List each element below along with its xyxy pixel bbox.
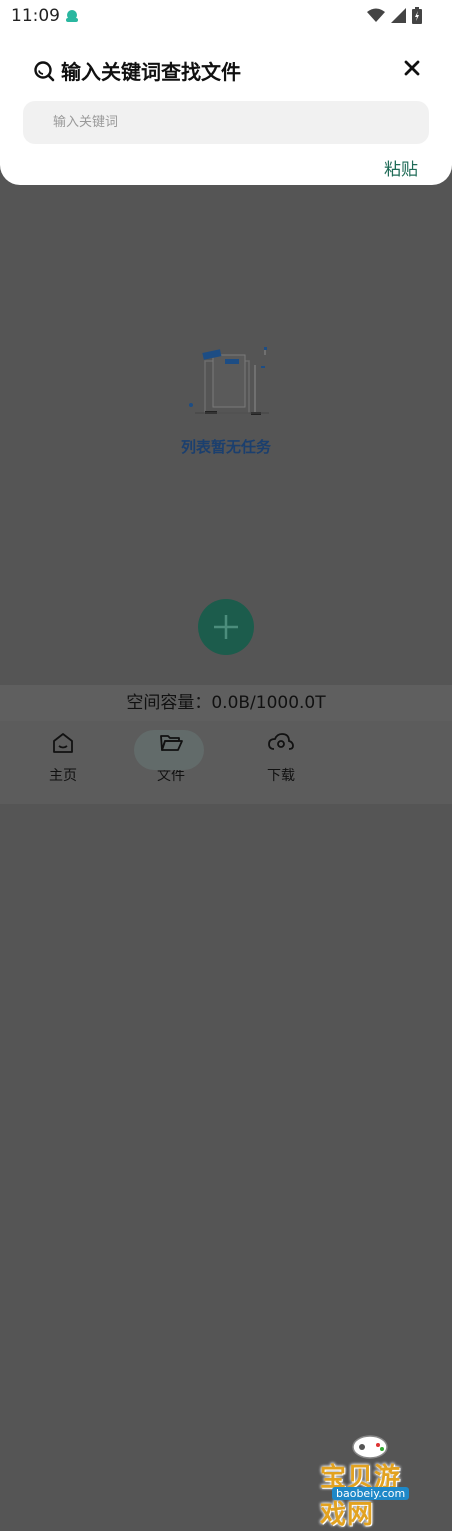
- search-input[interactable]: [23, 101, 429, 144]
- cloud-download-icon: [268, 733, 294, 750]
- file-list-area: 列表暂无任务: [0, 185, 452, 685]
- system-icons: [367, 7, 422, 24]
- empty-state-message: 列表暂无任务: [180, 438, 271, 456]
- nav-label-home: 主页: [49, 768, 77, 784]
- nav-item-home[interactable]: 主页: [28, 731, 98, 785]
- watermark-logo: 宝贝游戏网 baobeiy.com: [320, 1435, 424, 1530]
- nav-item-files[interactable]: 文件: [134, 730, 206, 785]
- app-notification-icon: [64, 8, 80, 27]
- nav-label-download: 下载: [267, 768, 295, 784]
- home-icon: [53, 733, 73, 753]
- status-time: 11:09: [11, 6, 60, 26]
- search-sheet: 输入关键词查找文件 粘贴: [0, 32, 452, 185]
- paste-button[interactable]: 粘贴: [384, 155, 418, 180]
- status-bar: 11:09: [0, 0, 452, 32]
- add-task-button[interactable]: [198, 599, 254, 655]
- search-icon: [34, 60, 55, 81]
- signal-icon: [391, 8, 406, 23]
- empty-clipboard-illustration: [189, 347, 269, 415]
- close-icon[interactable]: [403, 59, 421, 77]
- folder-open-icon: [160, 735, 183, 751]
- search-header: 输入关键词查找文件: [33, 56, 241, 85]
- nav-item-download[interactable]: 下载: [246, 731, 316, 785]
- bottom-nav: 主页 文件 下载 宝贝游戏网 baobeiy.com: [0, 721, 452, 1530]
- storage-capacity: 空间容量：0.0B/1000.0T: [0, 685, 452, 721]
- search-title: 输入关键词查找文件: [61, 60, 241, 84]
- watermark-url: baobeiy.com: [332, 1487, 410, 1500]
- wifi-icon: [367, 8, 385, 22]
- plus-icon: [214, 615, 238, 639]
- battery-icon: [412, 7, 422, 24]
